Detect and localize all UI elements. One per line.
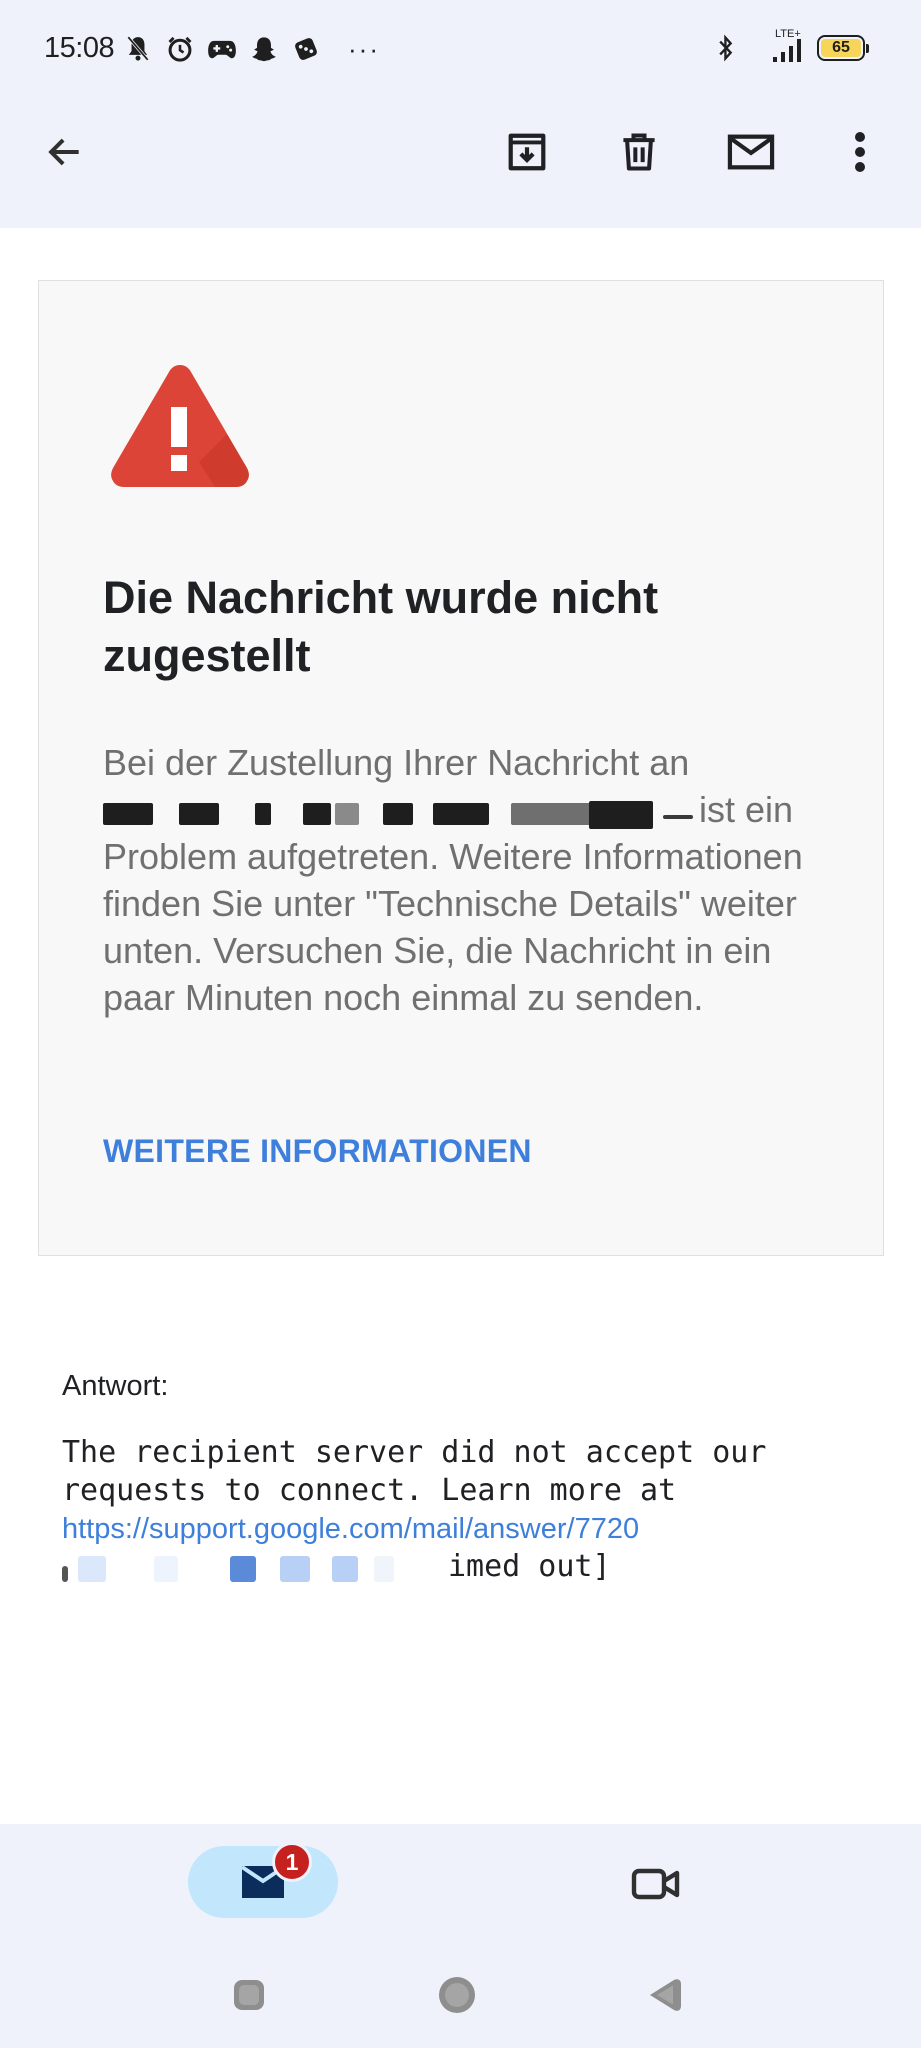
video-camera-icon <box>631 1868 680 1900</box>
response-text: The recipient server did not accept our … <box>62 1435 767 1508</box>
card-body-after-redaction: ist ein <box>699 789 794 830</box>
redacted-block <box>230 1556 256 1582</box>
response-label: Antwort: <box>62 1370 169 1402</box>
unread-badge: 1 <box>272 1842 312 1882</box>
notification-icons: ··· <box>122 32 380 66</box>
mark-unread-icon <box>727 134 775 170</box>
redacted-block <box>62 1566 68 1582</box>
back-nav-button[interactable] <box>640 1970 690 2020</box>
toolbar <box>0 110 921 200</box>
card-title: Die Nachricht wurde nicht zugestellt <box>103 572 659 681</box>
delete-icon <box>623 133 655 171</box>
bell-off-icon <box>122 33 154 65</box>
back-arrow-icon <box>48 138 79 166</box>
snapchat-ghost-icon <box>248 33 280 65</box>
back-button[interactable] <box>34 122 94 182</box>
alarm-icon <box>164 33 196 65</box>
battery-level: 65 <box>821 39 861 57</box>
bottom-navigation: 1 <box>0 1824 921 2048</box>
square-nav-icon <box>234 1980 264 2010</box>
card-body: Bei der Zustellung Ihrer Nachricht an is… <box>103 739 831 1021</box>
game-controller-icon <box>206 33 238 65</box>
status-time: 15:08 <box>44 32 115 64</box>
redacted-block <box>374 1556 394 1582</box>
card-body-rest: Problem aufgetreten. Weitere Information… <box>103 836 803 1018</box>
system-status-icons: LTE+ 65 <box>715 28 869 66</box>
card-body-line1: Bei der Zustellung Ihrer Nachricht an <box>103 742 690 783</box>
recent-apps-button[interactable] <box>224 1970 274 2020</box>
nav-mail-tab[interactable]: 1 <box>188 1842 338 1918</box>
delete-button[interactable] <box>609 122 669 182</box>
response-tail: imed out] <box>448 1549 611 1584</box>
dice-icon <box>290 33 322 65</box>
battery-icon: 65 <box>817 35 869 61</box>
redacted-block <box>78 1556 106 1582</box>
more-vert-icon <box>855 132 865 172</box>
more-options-button[interactable] <box>830 122 890 182</box>
delivery-failure-card: Die Nachricht wurde nicht zugestellt Bei… <box>38 280 884 1256</box>
home-button[interactable] <box>432 1970 482 2020</box>
redacted-recipient <box>103 795 695 830</box>
more-information-link[interactable]: WEITERE INFORMATIONEN <box>103 1133 532 1170</box>
bluetooth-icon <box>715 32 737 64</box>
redacted-block <box>280 1556 310 1582</box>
triangle-back-icon <box>650 1979 681 2011</box>
mark-unread-button[interactable] <box>721 122 781 182</box>
response-last-line: imed out] <box>62 1548 702 1586</box>
more-notifications-icon: ··· <box>348 34 380 64</box>
warning-icon <box>111 365 249 487</box>
signal-icon: LTE+ <box>747 28 807 66</box>
archive-button[interactable] <box>497 122 557 182</box>
redacted-block <box>154 1556 178 1582</box>
support-link[interactable]: https://support.google.com/mail/answer/7… <box>62 1513 639 1546</box>
archive-icon <box>508 133 546 171</box>
redacted-block <box>332 1556 358 1582</box>
top-bar: 15:08 ··· LTE+ 65 <box>0 0 921 228</box>
circle-nav-icon <box>439 1977 475 2013</box>
nav-meet-tab[interactable] <box>620 1852 692 1916</box>
status-bar: 15:08 ··· LTE+ 65 <box>0 0 921 100</box>
